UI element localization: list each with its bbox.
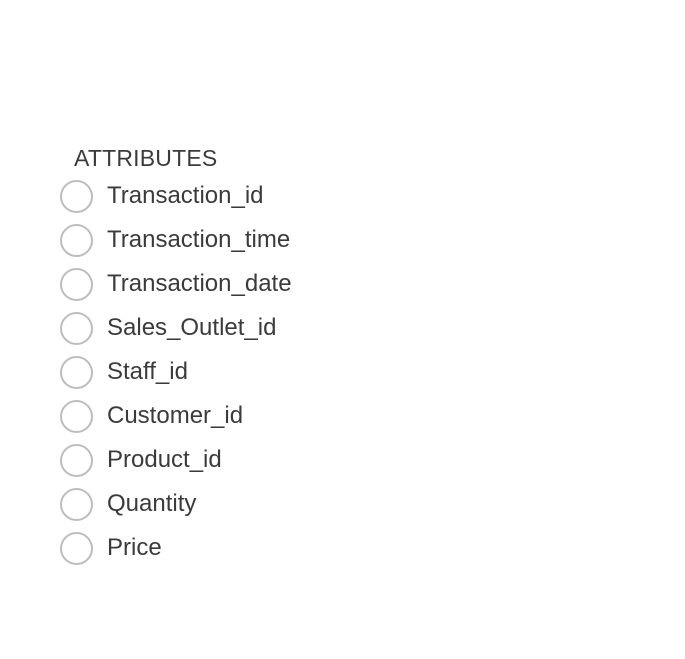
attribute-label: Sales_Outlet_id: [107, 314, 277, 341]
radio-button[interactable]: [60, 355, 93, 389]
attribute-label: Customer_id: [107, 402, 244, 429]
attribute-label: Staff_id: [107, 358, 188, 385]
attribute-option-product-id[interactable]: Product_id: [60, 438, 380, 482]
attributes-list: Transaction_id Transaction_time Transact…: [60, 174, 380, 570]
attribute-label: Quantity: [107, 490, 197, 517]
attribute-label: Transaction_time: [107, 226, 291, 253]
attribute-option-transaction-id[interactable]: Transaction_id: [60, 174, 380, 218]
attribute-option-price[interactable]: Price: [60, 526, 380, 570]
radio-button[interactable]: [60, 223, 93, 257]
attribute-option-staff-id[interactable]: Staff_id: [60, 350, 380, 394]
radio-button[interactable]: [60, 399, 93, 433]
attributes-panel: ATTRIBUTES Transaction_id Transaction_ti…: [60, 142, 380, 570]
attribute-option-transaction-date[interactable]: Transaction_date: [60, 262, 380, 306]
attribute-option-quantity[interactable]: Quantity: [60, 482, 380, 526]
attribute-option-sales-outlet-id[interactable]: Sales_Outlet_id: [60, 306, 380, 350]
attribute-label: Product_id: [107, 446, 222, 473]
attribute-label: Transaction_id: [107, 182, 264, 209]
attributes-heading: ATTRIBUTES: [74, 145, 218, 171]
radio-button[interactable]: [60, 267, 93, 301]
attribute-label: Price: [107, 534, 162, 561]
attribute-label: Transaction_date: [107, 270, 292, 297]
radio-button[interactable]: [60, 531, 93, 565]
attribute-option-transaction-time[interactable]: Transaction_time: [60, 218, 380, 262]
radio-button[interactable]: [60, 179, 93, 213]
radio-button[interactable]: [60, 487, 93, 521]
radio-button[interactable]: [60, 443, 93, 477]
attribute-option-customer-id[interactable]: Customer_id: [60, 394, 380, 438]
radio-button[interactable]: [60, 311, 93, 345]
